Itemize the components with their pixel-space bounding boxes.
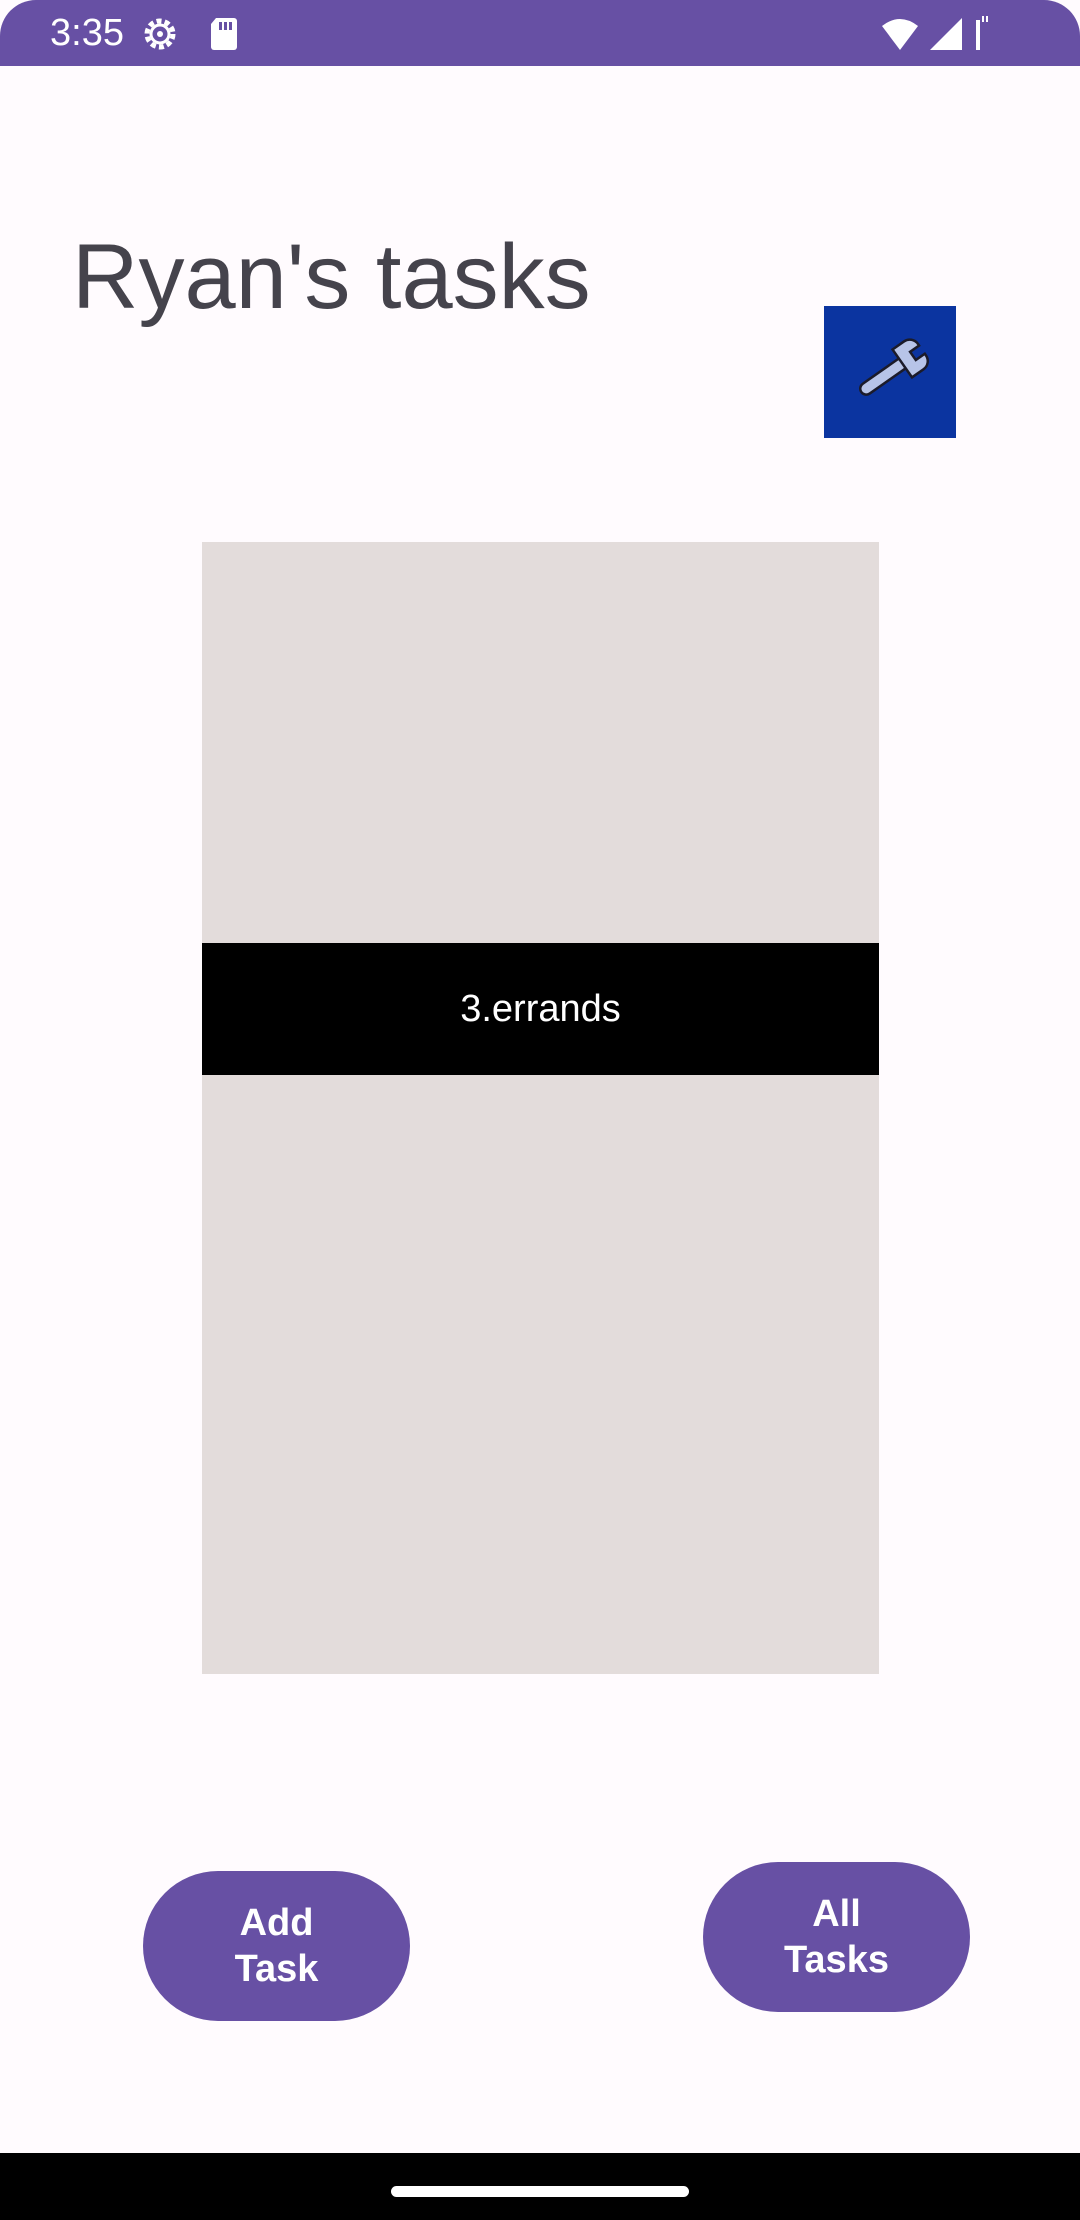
gear-icon [140, 14, 180, 54]
settings-button[interactable] [824, 306, 956, 438]
signal-icon [926, 14, 966, 54]
status-time: 3:35 [50, 12, 124, 54]
navigation-bar [0, 2153, 1080, 2220]
task-list[interactable]: 3.errands [202, 542, 879, 1674]
status-bar: 3:35 [0, 0, 1080, 66]
add-task-label: Add Task [234, 1902, 319, 1990]
task-item[interactable]: 3.errands [202, 943, 879, 1075]
page-title: Ryan's tasks [72, 226, 591, 328]
add-task-button[interactable]: Add Task [143, 1871, 410, 2021]
all-tasks-label: All Tasks [784, 1893, 889, 1981]
wifi-icon [880, 14, 920, 54]
battery-icon [970, 14, 994, 54]
home-handle[interactable] [391, 2186, 689, 2197]
sd-card-icon [204, 14, 244, 54]
wrench-icon [845, 327, 935, 417]
all-tasks-button[interactable]: All Tasks [703, 1862, 970, 2012]
task-item-label: 3.errands [460, 987, 621, 1030]
app-screen: 3:35 Ryan's tasks 3.errands Add Task All… [0, 0, 1080, 2220]
